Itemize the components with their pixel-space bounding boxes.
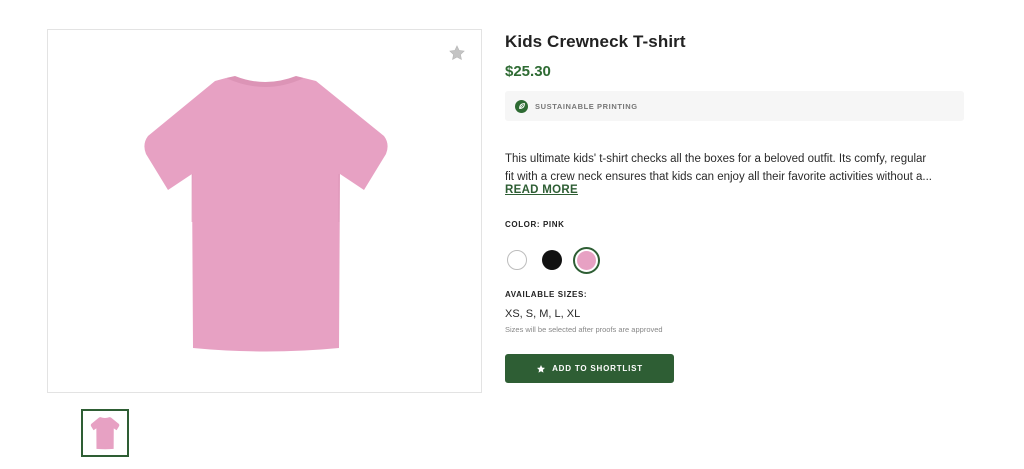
color-swatch-pink[interactable] [573, 247, 600, 274]
add-to-shortlist-button[interactable]: ADD TO SHORTLIST [505, 354, 674, 383]
sizes-label: AVAILABLE SIZES: [505, 290, 588, 299]
description-line: This ultimate kids' t-shirt checks all t… [505, 153, 927, 165]
product-price: $25.30 [505, 63, 551, 80]
product-image-panel [47, 29, 482, 393]
product-image-tshirt [144, 76, 388, 352]
thumbnail-tshirt-image [90, 417, 120, 450]
sustainable-printing-badge: SUSTAINABLE PRINTING [505, 91, 964, 121]
sizes-list: XS, S, M, L, XL [505, 308, 581, 320]
star-icon [537, 364, 546, 373]
badge-label: SUSTAINABLE PRINTING [535, 101, 638, 111]
product-thumbnail[interactable] [81, 409, 129, 457]
favorite-star-button[interactable] [447, 43, 467, 63]
read-more-link[interactable]: READ MORE [505, 184, 578, 196]
leaf-icon [515, 99, 528, 113]
product-description: This ultimate kids' t-shirt checks all t… [505, 150, 965, 186]
color-swatch-black[interactable] [542, 250, 562, 270]
sizes-note: Sizes will be selected after proofs are … [505, 325, 663, 334]
star-icon [449, 45, 465, 61]
add-to-shortlist-label: ADD TO SHORTLIST [552, 364, 643, 373]
color-swatch-white[interactable] [507, 250, 527, 270]
color-swatch-pink-fill [577, 251, 596, 270]
color-label: COLOR: PINK [505, 220, 565, 229]
product-title: Kids Crewneck T-shirt [505, 32, 686, 51]
